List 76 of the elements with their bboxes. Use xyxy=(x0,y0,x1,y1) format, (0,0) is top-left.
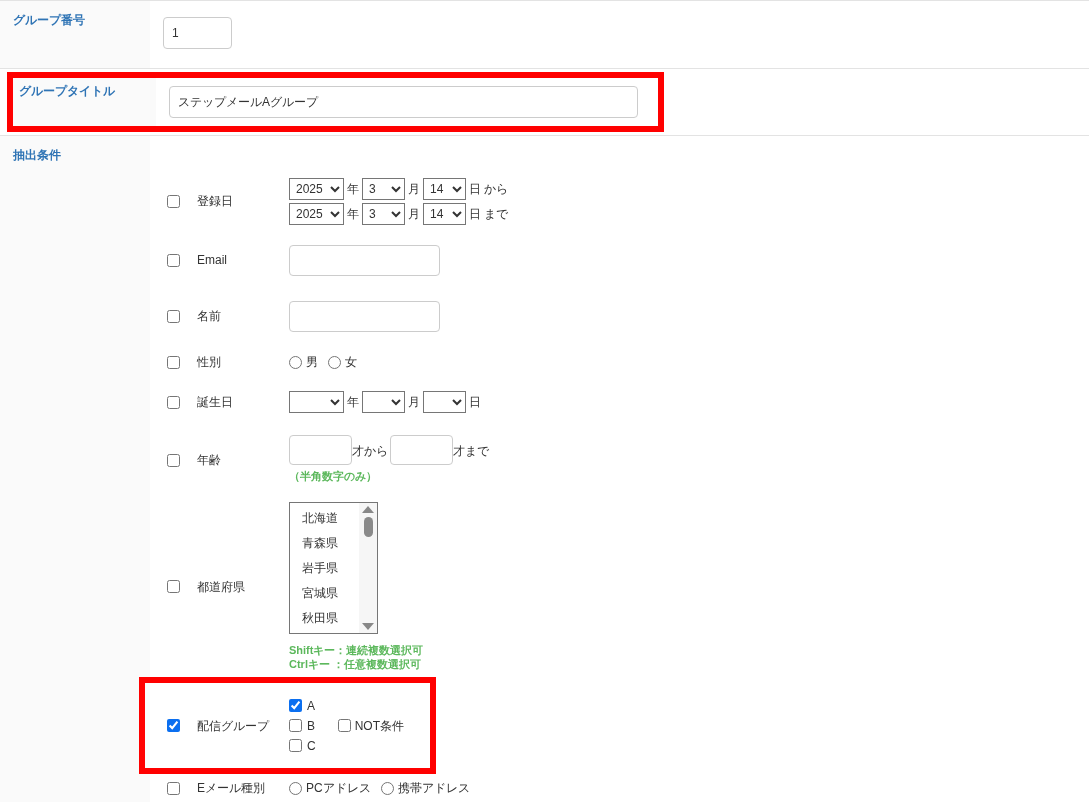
year-select[interactable]: 2025 xyxy=(289,177,344,200)
list-option[interactable]: 秋田県 xyxy=(302,609,359,628)
radio-button[interactable] xyxy=(289,355,302,369)
criterion-label: Email xyxy=(197,253,227,267)
checkbox[interactable] xyxy=(167,719,180,732)
unit-label: 日 から xyxy=(469,180,509,198)
input-field[interactable]: ステップメールAグループ xyxy=(169,86,638,118)
criterion-label: 名前 xyxy=(197,309,221,323)
input-field[interactable] xyxy=(289,435,352,466)
day-select[interactable] xyxy=(423,391,466,413)
input-field[interactable] xyxy=(390,435,453,466)
unit-label: 日 まで xyxy=(469,205,509,223)
option-label: 男 xyxy=(306,354,318,371)
day-select[interactable]: 14 xyxy=(423,177,466,200)
criterion-label: 配信グループ xyxy=(197,718,269,733)
checkbox[interactable] xyxy=(337,719,351,732)
checkbox[interactable] xyxy=(167,453,180,467)
scrollbar[interactable] xyxy=(359,503,377,634)
field-label: グループタイトル xyxy=(19,84,115,98)
radio-button[interactable] xyxy=(380,781,394,795)
list-option[interactable]: 宮城県 xyxy=(302,584,359,603)
checkbox[interactable] xyxy=(167,194,180,208)
option-label: B xyxy=(307,717,315,735)
checkbox[interactable] xyxy=(167,395,180,409)
day-select[interactable]: 14 xyxy=(423,202,466,225)
unit-label: 年 xyxy=(347,205,359,223)
list-option[interactable]: 青森県 xyxy=(302,534,359,553)
criterion-label: 都道府県 xyxy=(197,579,245,594)
hint-text: Shiftキー：連続複数選択可 xyxy=(289,644,424,658)
unit-label: 才から xyxy=(352,443,388,461)
unit-label: 日 xyxy=(469,394,481,411)
month-select[interactable] xyxy=(362,391,405,413)
hint-text: Ctrlキー ：任意複数選択可 xyxy=(289,657,422,671)
option-label: 女 xyxy=(345,354,357,371)
field-label: 抽出条件 xyxy=(13,148,61,162)
month-select[interactable]: 3 xyxy=(362,202,405,225)
checkbox[interactable] xyxy=(167,355,180,369)
option-label: A xyxy=(307,697,315,715)
radio-button[interactable] xyxy=(328,355,341,369)
option-label: C xyxy=(307,737,316,755)
checkbox[interactable] xyxy=(289,739,302,752)
unit-label: 才まで xyxy=(453,443,489,461)
prefecture-listbox[interactable]: 北海道 青森県 岩手県 宮城県 秋田県 xyxy=(289,502,378,635)
checkbox[interactable] xyxy=(167,253,180,267)
hint-text: （半角数字のみ） xyxy=(289,469,378,485)
field-label: グループ番号 xyxy=(13,13,85,27)
checkbox[interactable] xyxy=(167,580,180,593)
scroll-down-icon[interactable] xyxy=(362,623,374,631)
option-label: PCアドレス xyxy=(306,780,371,797)
checkbox[interactable] xyxy=(167,781,180,795)
checkbox[interactable] xyxy=(289,699,302,712)
list-option[interactable]: 北海道 xyxy=(302,509,359,528)
unit-label: 月 xyxy=(408,205,420,223)
input-field[interactable]: 1 xyxy=(163,17,232,49)
input-field[interactable] xyxy=(289,244,440,276)
criterion-label: 年齢 xyxy=(197,453,221,467)
radio-button[interactable] xyxy=(289,781,302,795)
checkbox[interactable] xyxy=(289,719,302,732)
criterion-label: Eメール種別 xyxy=(197,781,265,795)
year-select[interactable]: 2025 xyxy=(289,202,344,225)
checkbox[interactable] xyxy=(167,309,180,323)
unit-label: 年 xyxy=(347,394,359,411)
criterion-label: 性別 xyxy=(197,355,221,369)
unit-label: 月 xyxy=(408,180,420,198)
unit-label: 年 xyxy=(347,180,359,198)
criterion-label: 誕生日 xyxy=(197,395,233,409)
scroll-up-icon[interactable] xyxy=(362,506,374,514)
scroll-thumb[interactable] xyxy=(363,517,373,538)
list-option[interactable]: 岩手県 xyxy=(302,559,359,578)
year-select[interactable] xyxy=(289,391,344,413)
input-field[interactable] xyxy=(289,300,440,332)
unit-label: 月 xyxy=(408,394,420,411)
month-select[interactable]: 3 xyxy=(362,177,405,200)
criterion-label: 登録日 xyxy=(197,194,233,208)
option-label: NOT条件 xyxy=(354,717,404,735)
option-label: 携帯アドレス xyxy=(397,780,470,797)
